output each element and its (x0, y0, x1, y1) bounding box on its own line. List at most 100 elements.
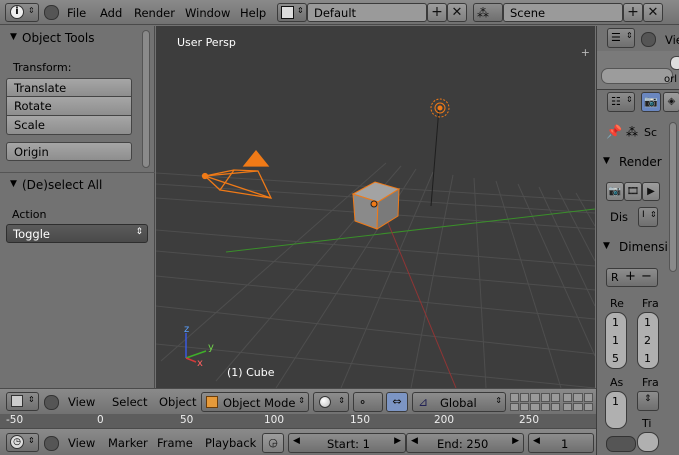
end-frame-field[interactable]: ◀ End: 250 ▶ (406, 433, 524, 453)
render-buttons[interactable]: 📷 🎞 ▶ (606, 182, 660, 201)
world-label: orl (664, 74, 678, 85)
aspect-label: As (610, 376, 624, 389)
editor-type-selector-3d[interactable]: ⇕ (6, 392, 39, 411)
add-layout-button[interactable]: + (427, 3, 447, 22)
manipulator-toggle[interactable]: ⇔ (386, 392, 408, 412)
updown-icon: ⇕ (135, 227, 143, 237)
operator-title: (De)select All (22, 178, 103, 192)
timeline-ruler[interactable]: -50 0 50 100 150 200 250 (0, 414, 596, 428)
resolution-fields[interactable]: 1 1 5 (605, 312, 627, 369)
delete-layout-button[interactable]: ✕ (447, 3, 467, 22)
clock-icon: ◷ (10, 435, 24, 449)
menu-render[interactable]: Render (134, 6, 175, 20)
menu-view[interactable]: View (68, 395, 95, 409)
menu-select[interactable]: Select (112, 395, 147, 409)
scene-context-tab[interactable]: ◈ (663, 92, 679, 112)
menu-frame[interactable]: Frame (157, 436, 193, 450)
toggle-switch[interactable] (606, 436, 636, 452)
outliner-scrollbar[interactable] (601, 68, 673, 84)
render-panel-title[interactable]: Render (619, 155, 662, 169)
time-field[interactable] (637, 432, 659, 452)
world-icon (670, 56, 679, 70)
updown-icon: ⇕ (28, 6, 35, 15)
play-button[interactable]: ▶ (642, 182, 660, 201)
menu-object[interactable]: Object (159, 395, 196, 409)
current-frame-field[interactable]: ◀ 1 (528, 433, 594, 453)
screen-layout-name[interactable]: Default (307, 3, 427, 22)
render-context-tab[interactable]: 📷 (641, 92, 661, 112)
decrement-icon: ◀ (411, 436, 418, 446)
pin-icon[interactable]: 📌 (606, 125, 622, 140)
lamp-object[interactable] (430, 98, 450, 118)
region-expand-icon[interactable]: + (581, 46, 590, 59)
outliner-content[interactable]: orl (597, 51, 679, 89)
3d-viewport[interactable]: User Persp (1) Cube z y x + (156, 26, 595, 388)
frame-range-fields[interactable]: 1 2 1 (637, 312, 659, 369)
properties-scrollbar[interactable] (669, 122, 677, 272)
layer-buttons-2[interactable] (563, 393, 593, 411)
add-scene-button[interactable]: + (623, 3, 643, 22)
scene-icon: ⁂ (477, 6, 489, 20)
start-frame-field[interactable]: ◀ Start: 1 ▶ (288, 433, 406, 453)
render-animation-button[interactable]: 🎞 (624, 182, 642, 201)
resolution-preset-dropdown[interactable]: R + − (606, 268, 658, 287)
menu-playback[interactable]: Playback (205, 436, 256, 450)
collapse-menus-button[interactable] (44, 395, 59, 410)
editor-type-selector[interactable]: i ⇕ (5, 3, 39, 22)
collapse-menus-button[interactable] (44, 5, 59, 20)
object-tools-title: Object Tools (22, 31, 95, 45)
toolshelf-scrollbar[interactable] (142, 30, 150, 168)
scene-label: Sc (644, 126, 658, 139)
orientation-icon: ⊿ (418, 395, 429, 409)
gizmo-z-label: z (184, 324, 190, 335)
add-preset-icon[interactable]: + (625, 269, 636, 284)
frame-rate-dropdown[interactable]: ⇕ (637, 391, 659, 411)
mode-dropdown[interactable]: Object Mode ⇕ (201, 392, 309, 412)
right-editors: ☰ ⇕ Vie orl ☷ ⇕ 📷 ◈ 📌 ⁂ Sc ▼ Render 📷 🎞 … (596, 26, 679, 455)
layer-buttons[interactable] (510, 393, 560, 411)
origin-button[interactable]: Origin (6, 142, 132, 161)
info-header: i ⇕ File Add Render Window Help ⇕ Defaul… (0, 0, 679, 25)
menu-view[interactable]: View (68, 436, 95, 450)
menu-window[interactable]: Window (185, 6, 230, 20)
tick-label: 100 (264, 414, 285, 426)
scale-button[interactable]: Scale (6, 116, 132, 135)
translate-button[interactable]: Translate (6, 78, 132, 97)
render-image-button[interactable]: 📷 (606, 182, 624, 201)
pivot-point-dropdown[interactable]: ⚬ (353, 392, 383, 412)
menu-marker[interactable]: Marker (108, 436, 148, 450)
menu-add[interactable]: Add (100, 6, 122, 20)
menu-file[interactable]: File (67, 6, 86, 20)
tick-label: 50 (180, 414, 194, 426)
menu-help[interactable]: Help (240, 6, 266, 20)
delete-scene-button[interactable]: ✕ (643, 3, 663, 22)
frame-range-label: Fra (642, 297, 659, 310)
preview-range-toggle[interactable]: ◶ (262, 433, 284, 453)
editor-type-selector-timeline[interactable]: ◷ ⇕ (6, 433, 39, 452)
pivot-icon: ⚬ (358, 396, 368, 409)
outliner-view-menu[interactable]: Vie (665, 33, 679, 47)
cube-object[interactable] (351, 181, 401, 230)
rotate-button[interactable]: Rotate (6, 97, 132, 116)
viewport-shading-dropdown[interactable]: ⇕ (313, 392, 349, 412)
scene-name[interactable]: Scene (503, 3, 623, 22)
dimensions-panel-title[interactable]: Dimensi (619, 240, 668, 254)
collapse-menus-button[interactable] (44, 436, 59, 451)
remove-preset-icon[interactable]: − (641, 269, 652, 284)
collapse-menus-button[interactable] (641, 32, 656, 47)
screen-layout-selector[interactable]: ⇕ (277, 3, 307, 22)
y-axis-line (225, 208, 595, 253)
operator-panel-header[interactable]: ▼ (De)select All (0, 174, 140, 196)
object-tools-panel-header[interactable]: ▼ Object Tools (0, 28, 140, 50)
properties-editor-selector[interactable]: ☷ ⇕ (607, 92, 635, 112)
scene-selector[interactable]: ⁂ (473, 3, 503, 22)
sphere-icon (319, 396, 331, 408)
aspect-fields[interactable]: 1 (605, 391, 627, 429)
transform-orientation-dropdown[interactable]: ⊿ Global ⇕ (412, 392, 506, 412)
decrement-icon: ◀ (533, 436, 540, 446)
outliner-editor-selector[interactable]: ☰ ⇕ (607, 28, 635, 48)
action-dropdown[interactable]: Toggle ⇕ (6, 224, 148, 243)
tick-label: 150 (350, 414, 371, 426)
display-dropdown[interactable]: I ⇕ (638, 207, 658, 227)
increment-icon: ▶ (394, 436, 401, 446)
